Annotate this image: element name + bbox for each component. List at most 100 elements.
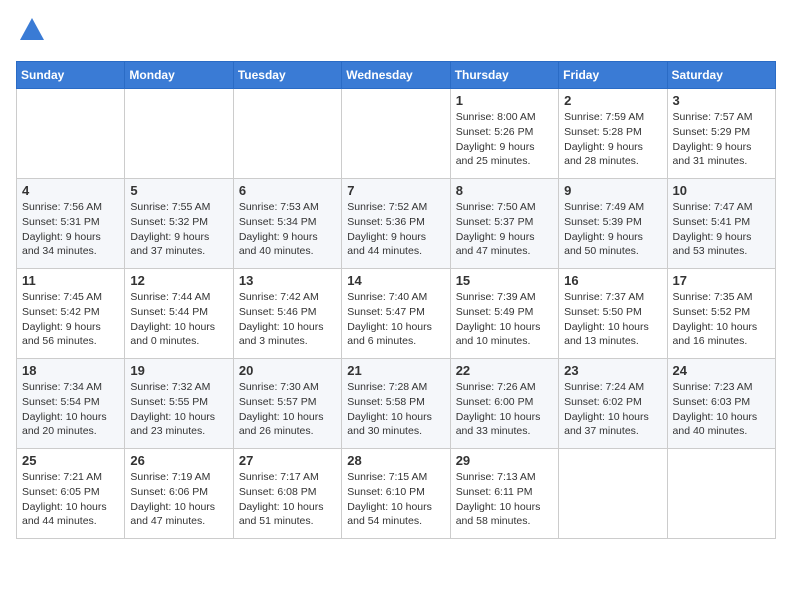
day-info: Sunrise: 7:50 AMSunset: 5:37 PMDaylight:…: [456, 200, 553, 259]
day-number: 11: [22, 273, 119, 288]
day-info: Sunrise: 7:35 AMSunset: 5:52 PMDaylight:…: [673, 290, 770, 349]
calendar-week-3: 11 Sunrise: 7:45 AMSunset: 5:42 PMDayligh…: [17, 269, 776, 359]
calendar-cell: 11 Sunrise: 7:45 AMSunset: 5:42 PMDayligh…: [17, 269, 125, 359]
day-info: Sunrise: 7:37 AMSunset: 5:50 PMDaylight:…: [564, 290, 661, 349]
calendar-cell: 13 Sunrise: 7:42 AMSunset: 5:46 PMDayligh…: [233, 269, 341, 359]
day-info: Sunrise: 7:53 AMSunset: 5:34 PMDaylight:…: [239, 200, 336, 259]
column-header-wednesday: Wednesday: [342, 62, 450, 89]
day-number: 23: [564, 363, 661, 378]
column-header-sunday: Sunday: [17, 62, 125, 89]
calendar-body: 1 Sunrise: 8:00 AMSunset: 5:26 PMDaylight…: [17, 89, 776, 539]
calendar-cell: 27 Sunrise: 7:17 AMSunset: 6:08 PMDayligh…: [233, 449, 341, 539]
day-number: 13: [239, 273, 336, 288]
day-number: 5: [130, 183, 227, 198]
column-header-tuesday: Tuesday: [233, 62, 341, 89]
day-number: 17: [673, 273, 770, 288]
column-header-thursday: Thursday: [450, 62, 558, 89]
calendar-cell: 6 Sunrise: 7:53 AMSunset: 5:34 PMDaylight…: [233, 179, 341, 269]
day-info: Sunrise: 7:28 AMSunset: 5:58 PMDaylight:…: [347, 380, 444, 439]
calendar-cell: 5Sunrise: 7:55 AMSunset: 5:32 PMDaylight…: [125, 179, 233, 269]
day-number: 12: [130, 273, 227, 288]
calendar-week-2: 4Sunrise: 7:56 AMSunset: 5:31 PMDaylight…: [17, 179, 776, 269]
day-number: 3: [673, 93, 770, 108]
calendar-cell: 22 Sunrise: 7:26 AMSunset: 6:00 PMDayligh…: [450, 359, 558, 449]
calendar-cell: 24 Sunrise: 7:23 AMSunset: 6:03 PMDayligh…: [667, 359, 775, 449]
calendar-cell: 7 Sunrise: 7:52 AMSunset: 5:36 PMDaylight…: [342, 179, 450, 269]
calendar-cell: 4Sunrise: 7:56 AMSunset: 5:31 PMDaylight…: [17, 179, 125, 269]
calendar-cell: 3 Sunrise: 7:57 AMSunset: 5:29 PMDaylight…: [667, 89, 775, 179]
day-number: 24: [673, 363, 770, 378]
day-info: Sunrise: 7:52 AMSunset: 5:36 PMDaylight:…: [347, 200, 444, 259]
page-header: [16, 16, 776, 49]
calendar-cell: 15Sunrise: 7:39 AMSunset: 5:49 PMDayligh…: [450, 269, 558, 359]
day-info: Sunrise: 7:57 AMSunset: 5:29 PMDaylight:…: [673, 110, 770, 169]
calendar-cell: 26 Sunrise: 7:19 AMSunset: 6:06 PMDayligh…: [125, 449, 233, 539]
calendar-cell: [667, 449, 775, 539]
calendar-cell: 19 Sunrise: 7:32 AMSunset: 5:55 PMDayligh…: [125, 359, 233, 449]
calendar-cell: 16 Sunrise: 7:37 AMSunset: 5:50 PMDayligh…: [559, 269, 667, 359]
calendar-cell: [559, 449, 667, 539]
calendar-cell: 10 Sunrise: 7:47 AMSunset: 5:41 PMDayligh…: [667, 179, 775, 269]
day-info: Sunrise: 7:15 AMSunset: 6:10 PMDaylight:…: [347, 470, 444, 529]
day-info: Sunrise: 7:26 AMSunset: 6:00 PMDaylight:…: [456, 380, 553, 439]
day-info: Sunrise: 7:30 AMSunset: 5:57 PMDaylight:…: [239, 380, 336, 439]
calendar-cell: [17, 89, 125, 179]
calendar-cell: 8 Sunrise: 7:50 AMSunset: 5:37 PMDaylight…: [450, 179, 558, 269]
day-number: 14: [347, 273, 444, 288]
day-number: 29: [456, 453, 553, 468]
day-number: 6: [239, 183, 336, 198]
day-number: 1: [456, 93, 553, 108]
column-header-friday: Friday: [559, 62, 667, 89]
day-number: 16: [564, 273, 661, 288]
calendar-cell: [342, 89, 450, 179]
calendar-cell: 25 Sunrise: 7:21 AMSunset: 6:05 PMDayligh…: [17, 449, 125, 539]
day-info: Sunrise: 7:49 AMSunset: 5:39 PMDaylight:…: [564, 200, 661, 259]
day-number: 10: [673, 183, 770, 198]
day-number: 27: [239, 453, 336, 468]
day-info: Sunrise: 7:23 AMSunset: 6:03 PMDaylight:…: [673, 380, 770, 439]
calendar-cell: 14 Sunrise: 7:40 AMSunset: 5:47 PMDayligh…: [342, 269, 450, 359]
logo: [16, 16, 46, 49]
day-info: Sunrise: 7:21 AMSunset: 6:05 PMDaylight:…: [22, 470, 119, 529]
day-info: Sunrise: 7:47 AMSunset: 5:41 PMDaylight:…: [673, 200, 770, 259]
calendar-cell: 17 Sunrise: 7:35 AMSunset: 5:52 PMDayligh…: [667, 269, 775, 359]
day-info: Sunrise: 7:17 AMSunset: 6:08 PMDaylight:…: [239, 470, 336, 529]
day-info: Sunrise: 7:40 AMSunset: 5:47 PMDaylight:…: [347, 290, 444, 349]
calendar-cell: [233, 89, 341, 179]
calendar-cell: 1 Sunrise: 8:00 AMSunset: 5:26 PMDaylight…: [450, 89, 558, 179]
day-number: 8: [456, 183, 553, 198]
day-number: 19: [130, 363, 227, 378]
calendar-cell: 18Sunrise: 7:34 AMSunset: 5:54 PMDayligh…: [17, 359, 125, 449]
day-info: Sunrise: 7:59 AMSunset: 5:28 PMDaylight:…: [564, 110, 661, 169]
calendar-week-4: 18Sunrise: 7:34 AMSunset: 5:54 PMDayligh…: [17, 359, 776, 449]
day-info: Sunrise: 7:13 AMSunset: 6:11 PMDaylight:…: [456, 470, 553, 529]
calendar-cell: 29 Sunrise: 7:13 AMSunset: 6:11 PMDayligh…: [450, 449, 558, 539]
day-number: 25: [22, 453, 119, 468]
calendar-cell: [125, 89, 233, 179]
day-number: 15: [456, 273, 553, 288]
calendar-cell: 28 Sunrise: 7:15 AMSunset: 6:10 PMDayligh…: [342, 449, 450, 539]
day-info: Sunrise: 7:45 AMSunset: 5:42 PMDaylight:…: [22, 290, 119, 349]
day-info: Sunrise: 7:19 AMSunset: 6:06 PMDaylight:…: [130, 470, 227, 529]
day-number: 9: [564, 183, 661, 198]
day-number: 7: [347, 183, 444, 198]
calendar-cell: 12 Sunrise: 7:44 AMSunset: 5:44 PMDayligh…: [125, 269, 233, 359]
day-info: Sunrise: 7:44 AMSunset: 5:44 PMDaylight:…: [130, 290, 227, 349]
day-number: 18: [22, 363, 119, 378]
day-number: 21: [347, 363, 444, 378]
calendar-week-1: 1 Sunrise: 8:00 AMSunset: 5:26 PMDaylight…: [17, 89, 776, 179]
calendar-cell: 23 Sunrise: 7:24 AMSunset: 6:02 PMDayligh…: [559, 359, 667, 449]
day-number: 22: [456, 363, 553, 378]
calendar-cell: 2 Sunrise: 7:59 AMSunset: 5:28 PMDaylight…: [559, 89, 667, 179]
logo-icon: [18, 16, 46, 44]
day-number: 28: [347, 453, 444, 468]
column-header-saturday: Saturday: [667, 62, 775, 89]
day-number: 26: [130, 453, 227, 468]
column-header-monday: Monday: [125, 62, 233, 89]
day-info: Sunrise: 7:32 AMSunset: 5:55 PMDaylight:…: [130, 380, 227, 439]
day-info: Sunrise: 7:42 AMSunset: 5:46 PMDaylight:…: [239, 290, 336, 349]
calendar-table: SundayMondayTuesdayWednesdayThursdayFrid…: [16, 61, 776, 539]
day-number: 2: [564, 93, 661, 108]
day-info: Sunrise: 7:24 AMSunset: 6:02 PMDaylight:…: [564, 380, 661, 439]
day-info: Sunrise: 8:00 AMSunset: 5:26 PMDaylight:…: [456, 110, 553, 169]
